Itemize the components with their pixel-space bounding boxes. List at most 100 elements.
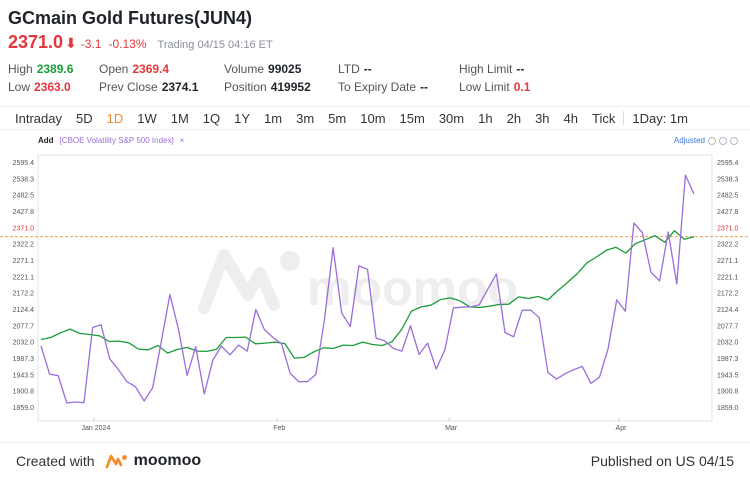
y-tick-label-right: 1987.3	[717, 356, 739, 363]
stat-prev-close: Prev Close 2374.1	[99, 80, 198, 94]
stat-value: 0.1	[513, 80, 531, 94]
stat-label: Prev Close	[99, 80, 158, 94]
quote-header: GCmain Gold Futures(JUN4) 2371.0 ⬇ -3.1 …	[8, 6, 742, 52]
stat-label: LTD	[338, 62, 360, 76]
tab-1h[interactable]: 1h	[471, 111, 499, 126]
y-tick-label-left: 2077.7	[13, 323, 35, 330]
y-tick-label-right: 2271.1	[717, 258, 739, 265]
footer: Created with moomoo Published on US 04/1…	[0, 442, 750, 478]
stat-value: 2363.0	[34, 80, 71, 94]
tab-3min[interactable]: 3m	[289, 111, 321, 126]
y-tick-label-right: 1859.0	[717, 405, 739, 412]
y-tick-label-left: 2124.4	[13, 307, 35, 314]
y-tick-label-right: 2124.4	[717, 307, 739, 314]
moomoo-logo-icon	[105, 454, 127, 468]
y-tick-label-left: 2221.1	[13, 274, 35, 281]
watermark-logo	[198, 249, 280, 314]
adjusted-control[interactable]: Adjusted	[674, 136, 738, 145]
watermark-logo-dot	[280, 251, 300, 271]
moomoo-wordmark: moomoo	[133, 451, 202, 469]
indicator-label[interactable]: [CBOE Volatility S&P 500 Index]	[60, 136, 174, 145]
stat-value: --	[363, 62, 372, 76]
tab-2h[interactable]: 2h	[500, 111, 528, 126]
tab-1mo[interactable]: 1M	[164, 111, 196, 126]
y-tick-label-right: 2371.0	[717, 225, 739, 232]
y-tick-label-left: 2538.3	[13, 176, 35, 183]
y-tick-label-left: 1943.5	[13, 372, 35, 379]
y-tick-label-right: 1943.5	[717, 372, 739, 379]
tab-1min[interactable]: 1m	[257, 111, 289, 126]
stat-position: Position 419952	[224, 80, 311, 94]
stat-ltd: LTD --	[338, 62, 372, 76]
stat-high: High 2389.6	[8, 62, 73, 76]
tab-1d[interactable]: 1D	[100, 111, 131, 126]
y-tick-label-left: 2371.0	[13, 225, 35, 232]
stat-expiry: To Expiry Date --	[338, 80, 428, 94]
tab-5d[interactable]: 5D	[69, 111, 100, 126]
y-tick-label-right: 2595.4	[717, 160, 739, 167]
tab-3h[interactable]: 3h	[528, 111, 556, 126]
y-tick-label-left: 1900.8	[13, 389, 35, 396]
y-tick-label-left: 2595.4	[13, 160, 35, 167]
zoom-out-icon[interactable]	[708, 136, 716, 145]
y-tick-label-left: 2482.5	[13, 193, 35, 200]
tab-1day-1m[interactable]: 1Day: 1m	[625, 111, 695, 126]
stat-value: --	[516, 62, 525, 76]
tab-5min[interactable]: 5m	[321, 111, 353, 126]
y-tick-label-right: 2172.2	[717, 291, 739, 298]
stat-label: High	[8, 62, 33, 76]
y-tick-label-right: 1900.8	[717, 389, 739, 396]
stat-value: 99025	[268, 62, 302, 76]
tab-intraday[interactable]: Intraday	[8, 111, 69, 126]
y-tick-label-left: 1987.3	[13, 356, 35, 363]
stat-high-limit: High Limit --	[459, 62, 524, 76]
price-change-percent: -0.13%	[108, 37, 147, 51]
zoom-in-icon[interactable]	[719, 136, 727, 145]
y-tick-label-left: 2322.2	[13, 242, 35, 249]
stat-label: To Expiry Date	[338, 80, 417, 94]
stat-label: Volume	[224, 62, 265, 76]
stat-label: Low Limit	[459, 80, 510, 94]
x-tick-label: Mar	[445, 425, 458, 432]
stat-label: High Limit	[459, 62, 513, 76]
tab-4h[interactable]: 4h	[557, 111, 585, 126]
add-indicator-button[interactable]: Add	[38, 136, 54, 145]
close-icon[interactable]: ×	[180, 136, 185, 145]
timeframe-toolbar: Intraday 5D 1D 1W 1M 1Q 1Y 1m 3m 5m 10m …	[0, 106, 750, 130]
tab-10min[interactable]: 10m	[353, 111, 392, 126]
tab-15min[interactable]: 15m	[393, 111, 432, 126]
indicator-bar: Add [CBOE Volatility S&P 500 Index] ×	[38, 136, 184, 145]
down-arrow-icon: ⬇	[65, 35, 77, 51]
tab-1w[interactable]: 1W	[130, 111, 164, 126]
y-tick-label-right: 2482.5	[717, 193, 739, 200]
stat-value: 2374.1	[161, 80, 199, 94]
stat-volume: Volume 99025	[224, 62, 301, 76]
trading-status: Trading 04/15 04:16 ET	[157, 39, 273, 51]
y-tick-label-right: 2538.3	[717, 176, 739, 183]
x-tick-label: Apr	[616, 425, 628, 432]
y-tick-label-left: 2271.1	[13, 258, 35, 265]
stat-label: Low	[8, 80, 31, 94]
tab-30min[interactable]: 30m	[432, 111, 471, 126]
stat-value: 2369.4	[132, 62, 170, 76]
stat-low: Low 2363.0	[8, 80, 71, 94]
y-tick-label-left: 1859.0	[13, 405, 35, 412]
tab-1q[interactable]: 1Q	[196, 111, 227, 126]
stat-open: Open 2369.4	[99, 62, 169, 76]
stat-value: 419952	[270, 80, 311, 94]
tab-1y[interactable]: 1Y	[227, 111, 257, 126]
published-date: Published on US 04/15	[590, 452, 734, 469]
toolbar-divider	[623, 111, 625, 125]
reset-icon[interactable]	[730, 136, 738, 145]
y-tick-label-right: 2077.7	[717, 323, 739, 330]
stat-value: 2389.6	[36, 62, 74, 76]
tab-tick[interactable]: Tick	[585, 111, 622, 126]
y-tick-label-right: 2221.1	[717, 274, 739, 281]
stat-low-limit: Low Limit 0.1	[459, 80, 530, 94]
price-change: -3.1	[80, 37, 102, 51]
y-tick-label-right: 2032.0	[717, 340, 739, 347]
adjusted-label[interactable]: Adjusted	[674, 136, 705, 145]
created-with: Created with moomoo	[16, 452, 201, 470]
x-tick-label: Feb	[273, 425, 285, 432]
price-chart[interactable]: 2595.4 2595.4 2538.3 2538.3 2482.5 2482.5 2427…	[0, 133, 750, 438]
